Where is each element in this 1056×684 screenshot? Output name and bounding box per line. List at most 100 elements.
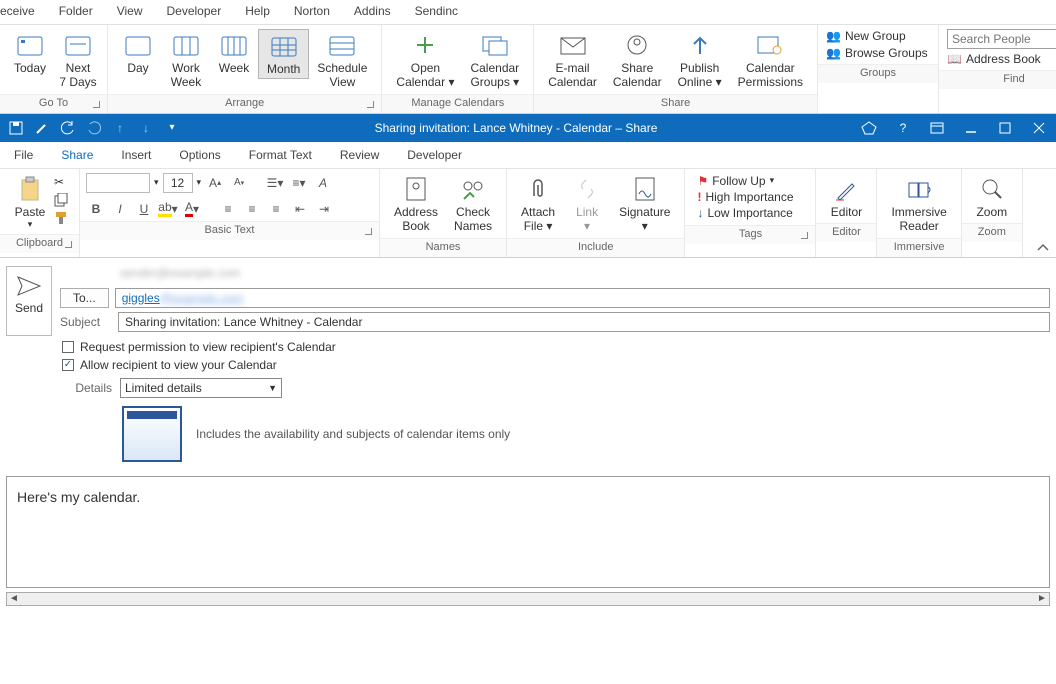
to-recipient-chip[interactable]: giggles — [122, 291, 160, 305]
menu-folder[interactable]: Folder — [59, 4, 93, 18]
editor-label: Editor — [831, 205, 862, 219]
check-names-button[interactable]: Check Names — [446, 173, 500, 236]
group-clipboard-label: Clipboard — [16, 237, 63, 249]
menu-norton[interactable]: Norton — [294, 4, 330, 18]
font-family-select[interactable] — [86, 173, 150, 193]
address-book-button[interactable]: 📖Address Book — [947, 52, 1056, 66]
bold-icon[interactable]: B — [86, 199, 106, 219]
search-people-input[interactable] — [947, 29, 1056, 49]
qat-redo-icon[interactable] — [86, 120, 102, 136]
decrease-indent-icon[interactable]: ⇤ — [290, 199, 310, 219]
zoom-button[interactable]: Zoom — [968, 173, 1016, 221]
collapse-ribbon-icon[interactable] — [1036, 243, 1050, 253]
increase-font-icon[interactable]: A▴ — [205, 173, 225, 193]
increase-indent-icon[interactable]: ⇥ — [314, 199, 334, 219]
signature-button[interactable]: Signature▾ — [611, 173, 678, 236]
qat-brush-icon[interactable] — [34, 120, 50, 136]
scroll-right-icon[interactable]: ► — [1035, 593, 1049, 604]
tab-file[interactable]: File — [14, 148, 33, 162]
clipboard-dialog-launcher[interactable] — [65, 241, 75, 251]
goto-dialog-launcher[interactable] — [93, 101, 103, 111]
menu-developer[interactable]: Developer — [167, 4, 222, 18]
tab-share[interactable]: Share — [61, 148, 93, 162]
menu-sendinc[interactable]: Sendinc — [415, 4, 458, 18]
basictext-dialog-launcher[interactable] — [365, 228, 375, 238]
arrange-month-button[interactable]: Month — [258, 29, 309, 79]
italic-icon[interactable]: I — [110, 199, 130, 219]
allow-view-checkbox[interactable] — [62, 359, 74, 371]
underline-icon[interactable]: U — [134, 199, 154, 219]
low-importance-button[interactable]: ↓Low Importance — [691, 205, 809, 221]
menu-help[interactable]: Help — [245, 4, 270, 18]
help-icon[interactable]: ? — [886, 114, 920, 142]
close-button[interactable] — [1022, 114, 1056, 142]
clear-format-icon[interactable]: A — [313, 173, 333, 193]
minimize-button[interactable] — [954, 114, 988, 142]
arrange-workweek-button[interactable]: Work Week — [162, 29, 210, 92]
cut-icon[interactable]: ✂ — [54, 175, 68, 189]
goto-today-label: Today — [14, 61, 46, 75]
send-button[interactable]: Send — [6, 266, 52, 336]
ribbon-display-icon[interactable] — [920, 114, 954, 142]
qat-customize-icon[interactable]: ▾ — [164, 120, 180, 136]
goto-next7-button[interactable]: Next 7 Days — [54, 29, 102, 92]
maximize-button[interactable] — [988, 114, 1022, 142]
font-color-icon[interactable]: A▾ — [182, 199, 202, 219]
message-body-editor[interactable]: Here's my calendar. — [6, 476, 1050, 588]
tags-dialog-launcher[interactable] — [801, 232, 811, 242]
goto-today-button[interactable]: Today — [6, 29, 54, 77]
horizontal-scrollbar[interactable]: ◄ ► — [6, 592, 1050, 606]
format-painter-icon[interactable] — [54, 211, 68, 225]
subject-input[interactable]: Sharing invitation: Lance Whitney - Cale… — [118, 312, 1050, 332]
open-calendar-button[interactable]: Open Calendar ▾ — [388, 29, 462, 92]
follow-up-button[interactable]: ⚑Follow Up▾ — [691, 173, 809, 189]
align-right-icon[interactable]: ≡ — [266, 199, 286, 219]
tab-insert[interactable]: Insert — [121, 148, 151, 162]
arrange-day-button[interactable]: Day — [114, 29, 162, 77]
bullets-icon[interactable]: ☰▾ — [265, 173, 285, 193]
tab-format-text[interactable]: Format Text — [249, 148, 312, 162]
to-field-button[interactable]: To... — [60, 288, 109, 308]
qat-down-arrow-icon[interactable]: ↓ — [138, 120, 154, 136]
menu-addins[interactable]: Addins — [354, 4, 391, 18]
decrease-font-icon[interactable]: A▾ — [229, 173, 249, 193]
link-button[interactable]: Link▾ — [563, 173, 611, 236]
calendar-groups-button[interactable]: Calendar Groups ▾ — [462, 29, 527, 92]
publish-online-button[interactable]: Publish Online ▾ — [670, 29, 730, 92]
qat-undo-icon[interactable] — [60, 120, 76, 136]
copy-icon[interactable] — [54, 193, 68, 207]
browse-groups-button[interactable]: 👥Browse Groups — [826, 46, 930, 60]
align-center-icon[interactable]: ≡ — [242, 199, 262, 219]
tab-developer[interactable]: Developer — [407, 148, 462, 162]
immersive-reader-button[interactable]: Immersive Reader — [883, 173, 954, 236]
new-group-button[interactable]: 👥New Group — [826, 29, 930, 43]
menu-view[interactable]: View — [117, 4, 143, 18]
scroll-left-icon[interactable]: ◄ — [7, 593, 21, 604]
email-calendar-button[interactable]: E-mail Calendar — [540, 29, 605, 92]
premium-icon[interactable] — [852, 114, 886, 142]
to-field-input[interactable]: giggles@example.com — [115, 288, 1050, 308]
tab-review[interactable]: Review — [340, 148, 379, 162]
arrange-week-button[interactable]: Week — [210, 29, 258, 77]
tab-options[interactable]: Options — [179, 148, 220, 162]
numbering-icon[interactable]: ≡▾ — [289, 173, 309, 193]
arrange-dialog-launcher[interactable] — [367, 101, 377, 111]
publish-online-label: Publish Online ▾ — [678, 61, 722, 90]
align-left-icon[interactable]: ≡ — [218, 199, 238, 219]
address-book-btn[interactable]: Address Book — [386, 173, 446, 236]
details-select[interactable]: Limited details▼ — [120, 378, 282, 398]
arrange-schedule-button[interactable]: Schedule View — [309, 29, 375, 92]
menu-receive[interactable]: eceive — [0, 4, 35, 18]
paste-button[interactable]: Paste▾ — [6, 173, 54, 232]
request-permission-checkbox[interactable] — [62, 341, 74, 353]
qat-save-icon[interactable] — [8, 120, 24, 136]
high-importance-icon: ! — [697, 190, 701, 204]
attach-file-button[interactable]: Attach File ▾ — [513, 173, 563, 236]
qat-up-arrow-icon[interactable]: ↑ — [112, 120, 128, 136]
font-size-select[interactable]: 12 — [163, 173, 193, 193]
high-importance-button[interactable]: !High Importance — [691, 189, 809, 205]
share-calendar-button[interactable]: Share Calendar — [605, 29, 670, 92]
highlight-icon[interactable]: ab▾ — [158, 199, 178, 219]
editor-button[interactable]: Editor — [822, 173, 870, 221]
calendar-permissions-button[interactable]: Calendar Permissions — [730, 29, 811, 92]
